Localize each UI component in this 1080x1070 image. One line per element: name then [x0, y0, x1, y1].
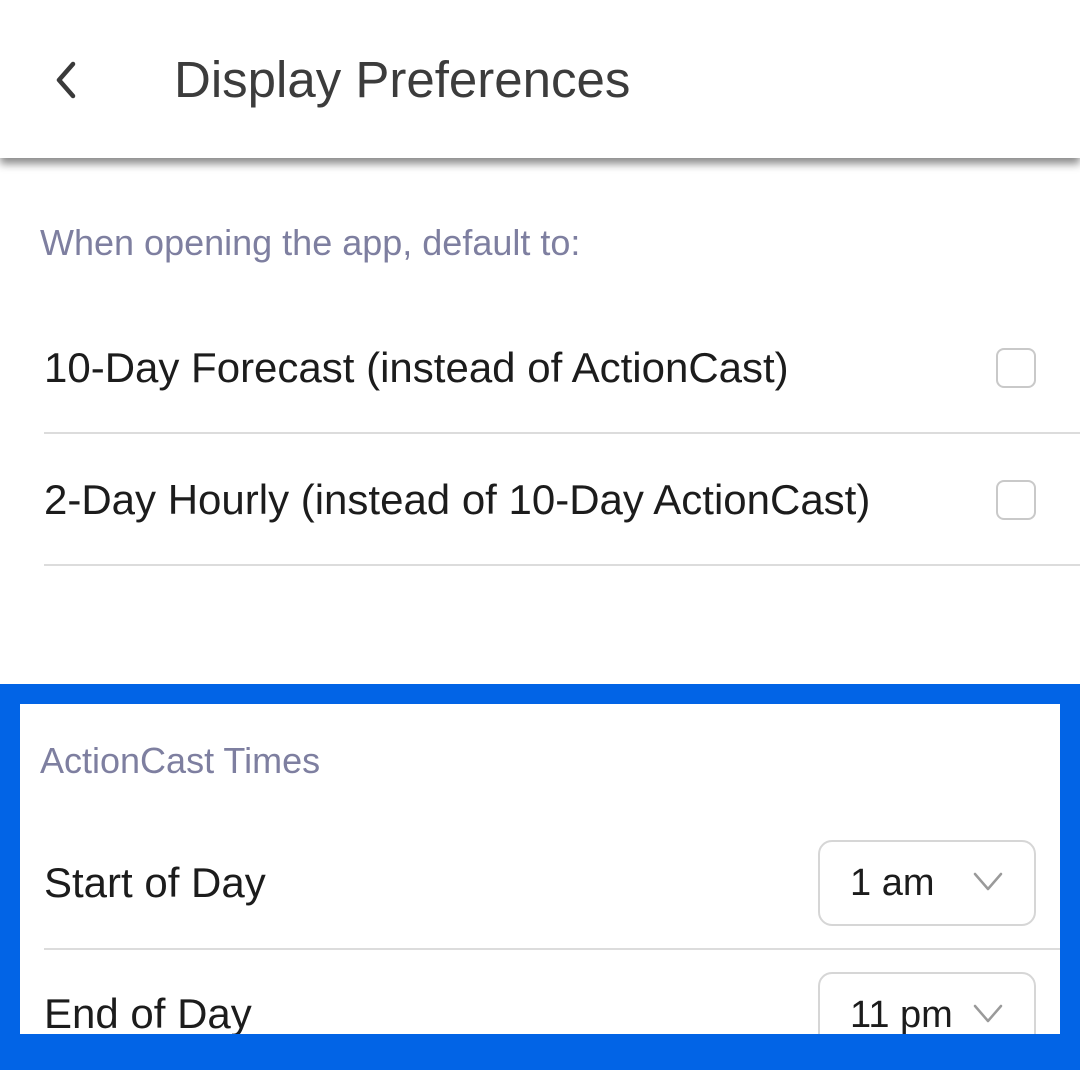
back-button[interactable]: [28, 42, 104, 118]
actioncast-times-highlight: ActionCast Times Start of Day 1 am End o…: [0, 684, 1080, 1070]
chevron-down-icon: [973, 1004, 1003, 1023]
end-of-day-label: End of Day: [44, 990, 252, 1034]
page-title: Display Preferences: [174, 51, 631, 108]
option-row-2-day-hourly[interactable]: 2-Day Hourly (instead of 10-Day ActionCa…: [44, 436, 1080, 566]
start-of-day-row: Start of Day 1 am: [44, 818, 1060, 950]
default-section-label: When opening the app, default to:: [40, 222, 581, 263]
start-of-day-label: Start of Day: [44, 859, 266, 906]
start-of-day-dropdown[interactable]: 1 am: [818, 840, 1036, 926]
checkbox-2-day-hourly[interactable]: [996, 480, 1036, 520]
actioncast-section-label: ActionCast Times: [40, 740, 321, 781]
chevron-left-icon: [56, 61, 76, 99]
checkbox-10-day-forecast[interactable]: [996, 348, 1036, 388]
option-label: 10-Day Forecast (instead of ActionCast): [44, 344, 789, 391]
actioncast-times-panel: ActionCast Times Start of Day 1 am End o…: [20, 704, 1060, 1034]
end-of-day-row: End of Day 11 pm: [44, 950, 1060, 1034]
end-of-day-value: 11 pm: [850, 994, 953, 1034]
option-row-10-day-forecast[interactable]: 10-Day Forecast (instead of ActionCast): [44, 304, 1080, 434]
start-of-day-value: 1 am: [850, 862, 935, 904]
chevron-down-icon: [973, 872, 1003, 891]
option-label: 2-Day Hourly (instead of 10-Day ActionCa…: [44, 476, 871, 523]
app-header: Display Preferences: [0, 0, 1080, 158]
end-of-day-dropdown[interactable]: 11 pm: [818, 972, 1036, 1034]
